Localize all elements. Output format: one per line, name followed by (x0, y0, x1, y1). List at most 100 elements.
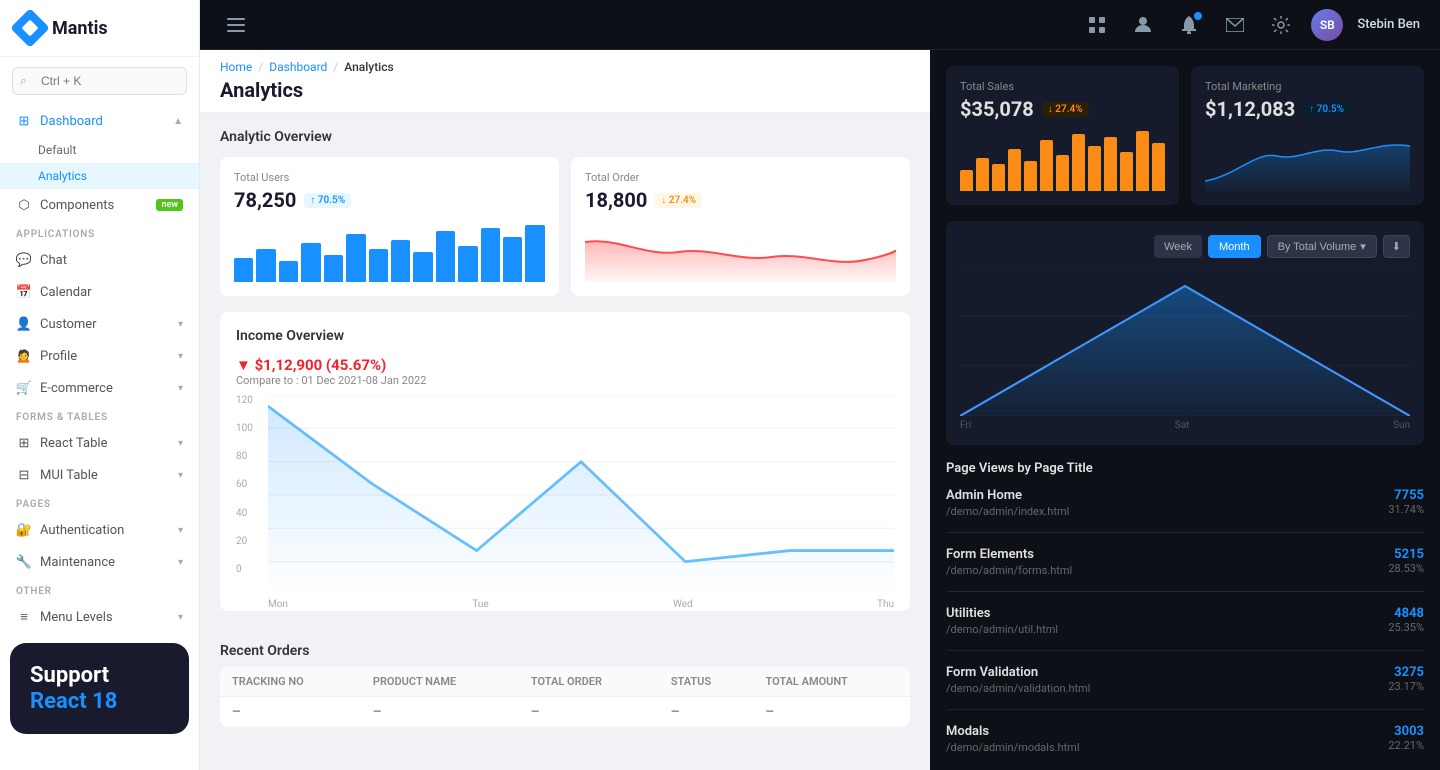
sidebar-sub-analytics[interactable]: Analytics (0, 163, 199, 189)
sidebar-item-components[interactable]: ⬡ Components new (0, 189, 199, 221)
maintenance-icon: 🔧 (16, 554, 32, 570)
react-table-icon: ⊞ (16, 435, 32, 451)
sales-label: Total Sales (960, 80, 1165, 93)
person-icon[interactable] (1127, 9, 1159, 41)
sidebar-item-maintenance[interactable]: 🔧 Maintenance ▾ (0, 546, 199, 578)
marketing-badge: ↑ 70.5% (1303, 102, 1350, 117)
chevron-down-icon2: ▾ (178, 351, 183, 362)
sidebar-label-chat: Chat (40, 253, 67, 268)
volume-button[interactable]: By Total Volume ▾ (1267, 235, 1377, 258)
orders-label: Total Order (585, 171, 896, 184)
sidebar-item-calendar[interactable]: 📅 Calendar (0, 276, 199, 308)
chevron-up-icon: ▲ (173, 116, 183, 127)
right-pane: Total Sales $35,078 ↓ 27.4% (930, 50, 1440, 770)
income-card: Income Overview ▼ $1,12,900 (45.67%) Com… (220, 312, 910, 611)
components-icon: ⬡ (16, 197, 32, 213)
sidebar-item-react-table[interactable]: ⊞ React Table ▾ (0, 427, 199, 459)
sales-badge: ↓ 27.4% (1042, 102, 1089, 117)
marketing-chart (1205, 131, 1410, 191)
stat-card-users: Total Users 78,250 ↑ 70.5% (220, 157, 559, 296)
income-chart-inner (268, 395, 894, 595)
dark-stat-cards: Total Sales $35,078 ↓ 27.4% (930, 50, 1440, 205)
notification-icon[interactable] (1173, 9, 1205, 41)
sidebar-label-components: Components (40, 198, 114, 213)
chevron-down-icon4: ▾ (178, 438, 183, 449)
sidebar-item-profile[interactable]: 🙍 Profile ▾ (0, 340, 199, 372)
sidebar-item-chat[interactable]: 💬 Chat (0, 244, 199, 276)
search-icon: ⌕ (20, 74, 27, 89)
marketing-value: $1,12,083 ↑ 70.5% (1205, 97, 1410, 121)
auth-icon: 🔐 (16, 522, 32, 538)
week-button[interactable]: Week (1154, 235, 1202, 258)
sidebar-item-dashboard[interactable]: ⊞ Dashboard ▲ (0, 105, 199, 137)
sidebar-label-ecommerce: E-commerce (40, 381, 113, 396)
download-button[interactable]: ⬇ (1383, 235, 1410, 258)
pv-title: Page Views by Page Title (946, 461, 1424, 476)
chevron-down-icon8: ▾ (178, 612, 183, 623)
stat-cards: Total Users 78,250 ↑ 70.5% (220, 157, 910, 296)
recent-orders-section: Recent Orders TRACKING NO PRODUCT NAME T… (200, 627, 930, 743)
sidebar-item-menu-levels[interactable]: ≡ Menu Levels ▾ (0, 601, 199, 633)
section-forms: Forms & Tables (0, 404, 199, 427)
col-tracking: TRACKING NO (220, 667, 361, 697)
breadcrumb-dashboard[interactable]: Dashboard (269, 60, 327, 74)
apps-icon[interactable] (1081, 9, 1113, 41)
income-overview: Income Overview ▼ $1,12,900 (45.67%) Com… (200, 312, 930, 627)
chevron-down-icon3: ▾ (178, 383, 183, 394)
chat-icon: 💬 (16, 252, 32, 268)
income-header: ▼ $1,12,900 (45.67%) Compare to : 01 Dec… (236, 356, 894, 387)
sidebar-label-react-table: React Table (40, 436, 107, 451)
hamburger-icon[interactable] (220, 9, 252, 41)
topbar: SB Stebin Ben (200, 0, 1440, 50)
split-container: Home / Dashboard / Analytics Analytics A… (200, 50, 1440, 770)
app-name: Mantis (52, 18, 108, 39)
dark-card-sales: Total Sales $35,078 ↓ 27.4% (946, 66, 1179, 205)
orders-table: TRACKING NO PRODUCT NAME TOTAL ORDER STA… (220, 667, 910, 727)
breadcrumb-home[interactable]: Home (220, 60, 252, 74)
breadcrumb: Home / Dashboard / Analytics (220, 60, 910, 74)
mail-icon[interactable] (1219, 9, 1251, 41)
users-chart (234, 222, 545, 282)
users-value: 78,250 ↑ 70.5% (234, 188, 545, 212)
logo-icon (10, 8, 50, 48)
user-name: Stebin Ben (1357, 17, 1420, 32)
dark-card-marketing: Total Marketing $1,12,083 ↑ 70.5% (1191, 66, 1424, 205)
pv-item-form-elements: Form Elements /demo/admin/forms.html 521… (946, 547, 1424, 592)
sidebar-label-profile: Profile (40, 349, 77, 364)
income-value: ▼ $1,12,900 (45.67%) (236, 356, 426, 374)
chevron-down-icon: ▾ (178, 319, 183, 330)
overview-title: Analytic Overview (220, 129, 910, 145)
month-button[interactable]: Month (1208, 235, 1261, 258)
users-label: Total Users (234, 171, 545, 184)
x-axis: Mon Tue Wed Thu (268, 599, 894, 610)
table-row[interactable]: ————— (220, 697, 910, 727)
support-title: Support (30, 663, 169, 689)
customer-icon: 👤 (16, 316, 32, 332)
income-title: Income Overview (236, 328, 894, 344)
breadcrumb-bar: Home / Dashboard / Analytics Analytics (200, 50, 930, 113)
sidebar-item-customer[interactable]: 👤 Customer ▾ (0, 308, 199, 340)
search-input[interactable] (12, 67, 187, 95)
section-pages: Pages (0, 491, 199, 514)
sales-value: $35,078 ↓ 27.4% (960, 97, 1165, 121)
components-badge: new (156, 199, 183, 211)
sidebar-item-mui-table[interactable]: ⊟ MUI Table ▾ (0, 459, 199, 491)
y-axis: 120 100 80 60 40 20 0 (236, 395, 264, 575)
avatar[interactable]: SB (1311, 9, 1343, 41)
sales-chart (960, 131, 1165, 191)
support-popup[interactable]: Support React 18 (10, 643, 189, 734)
pv-item-utilities: Utilities /demo/admin/util.html 4848 25.… (946, 606, 1424, 651)
chevron-down-icon6: ▾ (178, 525, 183, 536)
orders-chart (585, 222, 896, 282)
settings-icon[interactable] (1265, 9, 1297, 41)
col-product: PRODUCT NAME (361, 667, 519, 697)
profile-icon: 🙍 (16, 348, 32, 364)
dark-income-section: Week Month By Total Volume ▾ ⬇ (930, 205, 1440, 445)
sidebar-item-ecommerce[interactable]: 🛒 E-commerce ▾ (0, 372, 199, 404)
sidebar-item-authentication[interactable]: 🔐 Authentication ▾ (0, 514, 199, 546)
sidebar-sub-default[interactable]: Default (0, 137, 199, 163)
dashboard-icon: ⊞ (16, 113, 32, 129)
analytic-overview: Analytic Overview Total Users 78,250 ↑ 7… (200, 113, 930, 296)
marketing-label: Total Marketing (1205, 80, 1410, 93)
stat-card-orders: Total Order 18,800 ↓ 27.4% (571, 157, 910, 296)
